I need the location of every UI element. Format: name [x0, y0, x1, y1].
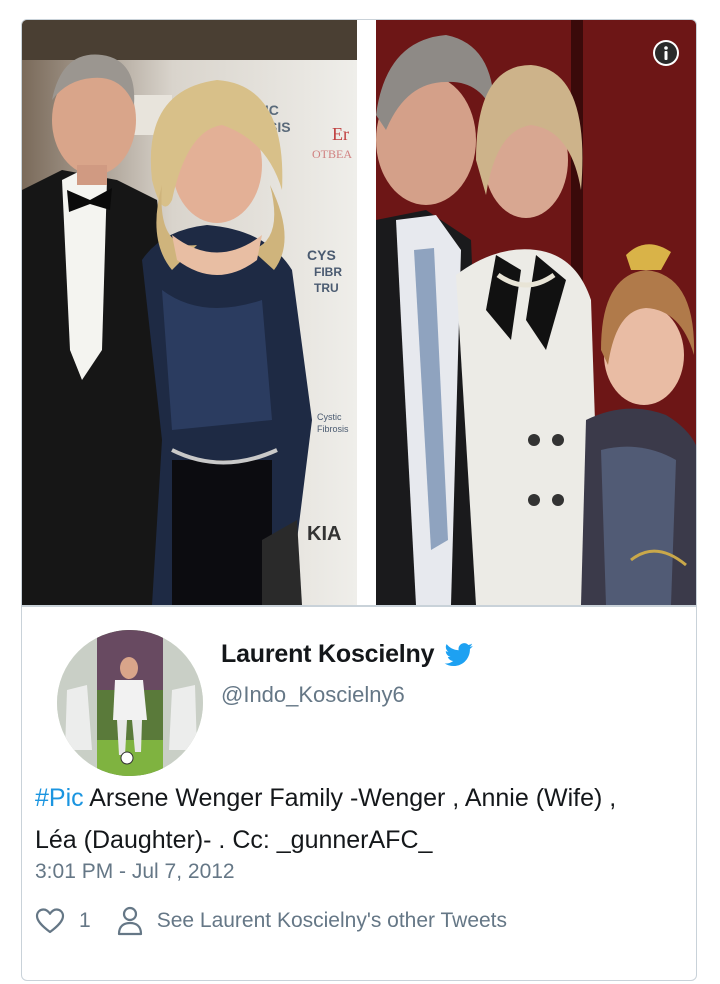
svg-text:KIA: KIA: [307, 523, 341, 545]
photo-left-image: STIC ROSIS Er OTBEA CYS FIBR TRU Cystic …: [22, 20, 357, 605]
svg-text:TRU: TRU: [314, 281, 339, 295]
tweet-actions: 1 See Laurent Koscielny's other Tweets: [35, 906, 507, 936]
tweet-text: #Pic Arsene Wenger Family -Wenger , Anni…: [35, 777, 655, 861]
avatar[interactable]: [57, 630, 203, 776]
heart-icon[interactable]: [35, 907, 65, 935]
svg-text:OTBEA: OTBEA: [312, 147, 352, 161]
tweet-media[interactable]: STIC ROSIS Er OTBEA CYS FIBR TRU Cystic …: [22, 20, 696, 605]
tweet-body: Arsene Wenger Family -Wenger , Annie (Wi…: [35, 784, 617, 854]
photo-left[interactable]: STIC ROSIS Er OTBEA CYS FIBR TRU Cystic …: [22, 20, 357, 605]
svg-text:Fibrosis: Fibrosis: [317, 424, 349, 434]
photo-right[interactable]: [376, 20, 696, 605]
info-icon[interactable]: [652, 39, 680, 67]
tweet-header: Laurent Koscielny @Indo_Koscielny6: [22, 610, 696, 790]
svg-text:Cystic: Cystic: [317, 412, 342, 422]
see-other-tweets-link[interactable]: See Laurent Koscielny's other Tweets: [157, 909, 507, 933]
avatar-image: [57, 630, 203, 776]
hashtag-link[interactable]: #Pic: [35, 784, 84, 812]
photo-right-image: [376, 20, 696, 605]
svg-text:Er: Er: [332, 124, 349, 144]
media-divider: [22, 605, 696, 607]
author-name-row[interactable]: Laurent Koscielny: [221, 640, 474, 669]
person-icon[interactable]: [117, 906, 143, 936]
like-count[interactable]: 1: [79, 909, 91, 933]
tweet-timestamp[interactable]: 3:01 PM - Jul 7, 2012: [35, 860, 235, 884]
author-name[interactable]: Laurent Koscielny: [221, 640, 435, 669]
svg-text:CYS: CYS: [307, 247, 336, 263]
twitter-bird-icon: [444, 642, 474, 666]
author-handle[interactable]: @Indo_Koscielny6: [221, 682, 405, 708]
svg-text:FIBR: FIBR: [314, 265, 342, 279]
